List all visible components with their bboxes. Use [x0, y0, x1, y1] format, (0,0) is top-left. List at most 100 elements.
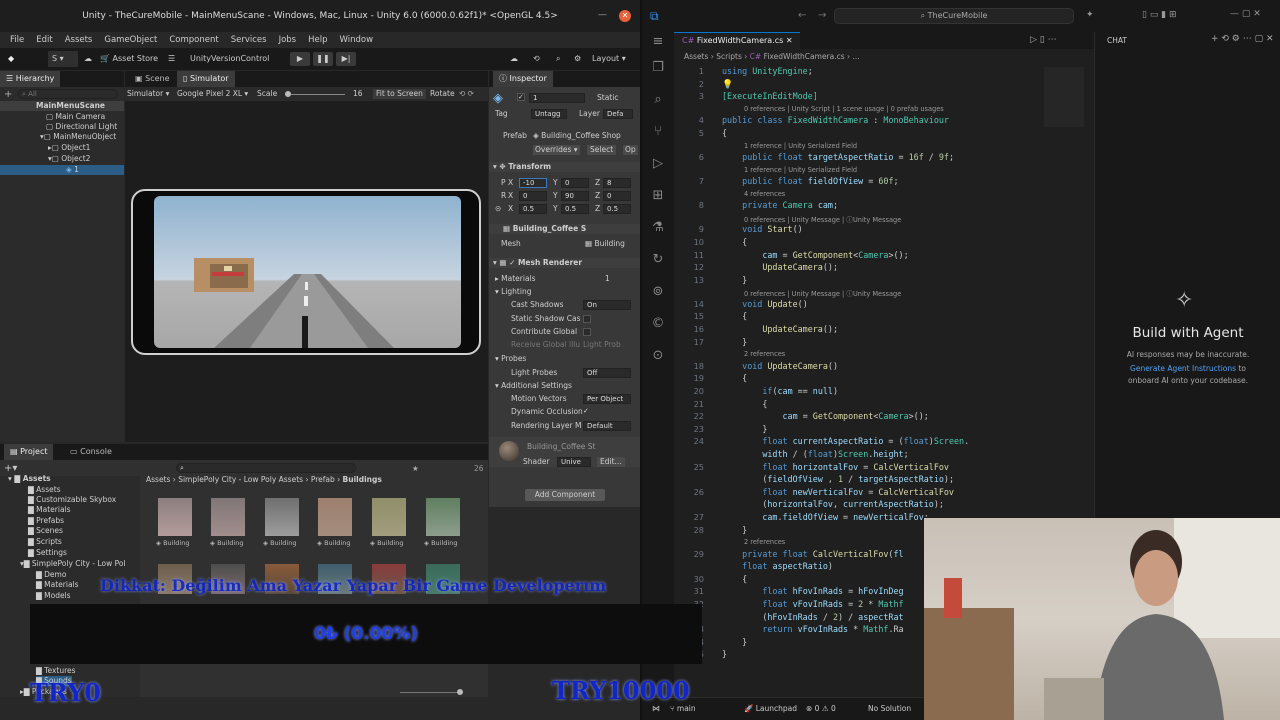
- game-view[interactable]: [154, 196, 461, 348]
- problems-status[interactable]: ⊗ 0 ⚠ 0: [806, 704, 836, 713]
- hierarchy-item[interactable]: ▾▢ Object2: [48, 154, 90, 164]
- search-icon[interactable]: ⌕: [650, 92, 666, 108]
- hierarchy-item-selected[interactable]: ◈ 1: [0, 165, 124, 175]
- tree-item[interactable]: ▇ Materials: [36, 580, 79, 590]
- code-line[interactable]: cam.fieldOfView = newVerticalFov;: [722, 512, 928, 522]
- additional-settings-foldout[interactable]: ▾ Additional Settings: [495, 381, 572, 391]
- pause-button[interactable]: ❚❚: [313, 52, 333, 66]
- rotate-icon[interactable]: ⟲ ⟳: [459, 89, 474, 99]
- hierarchy-scene-row[interactable]: MainMenuScane: [0, 101, 124, 111]
- static-shadow-checkbox[interactable]: [583, 315, 591, 323]
- code-line[interactable]: float newVerticalFov = CalcVerticalFov: [722, 487, 954, 497]
- code-line[interactable]: [ExecuteInEditMode]: [722, 91, 818, 101]
- breadcrumb-item[interactable]: Buildings: [343, 475, 382, 484]
- code-line[interactable]: if(cam == null): [722, 386, 838, 396]
- launchpad-status[interactable]: 🚀 Launchpad: [744, 704, 797, 713]
- code-line[interactable]: public float targetAspectRatio = 16f / 9…: [722, 152, 954, 162]
- version-control-button[interactable]: UnityVersionControl: [190, 51, 269, 67]
- code-line[interactable]: {: [722, 128, 727, 138]
- minimize-icon[interactable]: —: [598, 10, 607, 20]
- code-line[interactable]: UpdateCamera();: [722, 262, 838, 272]
- code-line[interactable]: cam = GetComponent<Camera>();: [722, 411, 929, 421]
- tab-scene[interactable]: ▣ Scene: [129, 71, 176, 87]
- layout-toggle-icons[interactable]: ▯ ▭ ▮ ⊞: [1142, 10, 1177, 20]
- code-line[interactable]: cam = GetComponent<Camera>();: [722, 250, 908, 260]
- testing-icon[interactable]: ⚗: [650, 220, 666, 236]
- active-checkbox[interactable]: ✓: [517, 93, 525, 101]
- rotation-z-field[interactable]: 0: [603, 191, 631, 201]
- tree-item[interactable]: ▇ Textures: [36, 666, 76, 676]
- code-line[interactable]: }: [722, 424, 767, 434]
- tree-item[interactable]: ▾▇ SimplePoly City - Low Pol: [20, 559, 126, 569]
- scale-x-field[interactable]: 0.5: [519, 204, 547, 214]
- menu-window[interactable]: Window: [340, 32, 374, 48]
- light-probes-dropdown[interactable]: Off: [583, 368, 631, 378]
- play-button[interactable]: ▶: [290, 52, 310, 66]
- code-line[interactable]: void Start(): [722, 224, 803, 234]
- minimap[interactable]: [1044, 67, 1084, 127]
- device-dropdown[interactable]: Google Pixel 2 XL ▾: [177, 89, 248, 99]
- menu-file[interactable]: File: [10, 32, 24, 48]
- thumbnail-size-slider[interactable]: [400, 692, 460, 693]
- window-controls[interactable]: — ▢ ✕: [1230, 9, 1261, 19]
- breadcrumb-item[interactable]: SimplePoly City - Low Poly Assets: [178, 475, 303, 484]
- scale-slider-track[interactable]: [285, 94, 345, 95]
- tree-item[interactable]: ▇ Scenes: [28, 526, 63, 536]
- cloud-icon[interactable]: ☁: [84, 51, 92, 67]
- motion-vectors-dropdown[interactable]: Per Object: [583, 394, 631, 404]
- search-icon[interactable]: ⌕: [556, 51, 560, 67]
- code-line[interactable]: using UnityEngine;: [722, 66, 813, 76]
- project-search-input[interactable]: ⌕: [176, 463, 356, 473]
- layers-icon[interactable]: ☰: [168, 51, 175, 67]
- position-z-field[interactable]: 8: [603, 178, 631, 188]
- tab-fixedwidthcamera[interactable]: C# FixedWidthCamera.cs ✕: [674, 32, 800, 49]
- settings-icon[interactable]: ⚙: [574, 51, 581, 67]
- tree-item[interactable]: ▇ Models: [36, 591, 71, 601]
- breadcrumb-item[interactable]: Scripts: [716, 52, 742, 61]
- code-line[interactable]: float hFovInRads = hFovInDeg: [722, 586, 903, 596]
- close-tab-icon[interactable]: ✕: [786, 36, 793, 45]
- close-icon[interactable]: ✕: [619, 10, 631, 22]
- menu-component[interactable]: Component: [169, 32, 218, 48]
- tree-item[interactable]: ▇ Materials: [28, 505, 71, 515]
- tab-simulator[interactable]: ▯ Simulator: [177, 71, 235, 87]
- code-line[interactable]: {: [722, 574, 747, 584]
- breadcrumb-item[interactable]: ...: [852, 52, 859, 61]
- favorite-icon[interactable]: ★: [412, 464, 419, 474]
- prefab-thumbnail[interactable]: [265, 498, 299, 536]
- tab-inspector[interactable]: ⓘ Inspector: [493, 71, 553, 87]
- tree-item[interactable]: ▇ Settings: [28, 548, 67, 558]
- hierarchy-item[interactable]: ▢ Main Camera: [46, 112, 105, 122]
- code-line[interactable]: private float CalcVerticalFov(fl: [722, 549, 903, 559]
- generate-instructions-link[interactable]: Generate Agent Instructions: [1130, 364, 1236, 373]
- code-line[interactable]: public float fieldOfView = 60f;: [722, 176, 898, 186]
- back-icon[interactable]: ←: [798, 10, 806, 21]
- overrides-dropdown[interactable]: Overrides ▾: [533, 145, 580, 155]
- chat-actions[interactable]: + ⟲ ⚙ ⋯ ▢ ✕: [1211, 34, 1274, 44]
- tree-item[interactable]: ▇ Demo: [36, 570, 66, 580]
- tab-project[interactable]: ▤ Project: [4, 444, 54, 460]
- add-component-button[interactable]: Add Component: [525, 489, 605, 501]
- menu-icon[interactable]: ≡: [650, 34, 666, 50]
- branch-status[interactable]: ⑂ main: [670, 704, 696, 713]
- rendering-layer-dropdown[interactable]: Default: [583, 421, 631, 431]
- code-line[interactable]: float aspectRatio): [722, 561, 833, 571]
- remote-status-icon[interactable]: ⋈: [652, 704, 660, 713]
- code-line[interactable]: UpdateCamera();: [722, 324, 838, 334]
- extensions-icon[interactable]: ⊞: [650, 188, 666, 204]
- tree-item[interactable]: ▇ Prefabs: [28, 516, 64, 526]
- asset-store-button[interactable]: 🛒 Asset Store: [100, 51, 158, 67]
- codelens-hint[interactable]: 0 references | Unity Script | 1 scene us…: [744, 105, 944, 113]
- code-line[interactable]: {: [722, 399, 767, 409]
- github-icon[interactable]: ⊙: [650, 348, 666, 364]
- code-line[interactable]: private Camera cam;: [722, 200, 838, 210]
- tree-item[interactable]: ▇ Customizable Skybox: [28, 495, 116, 505]
- rotation-y-field[interactable]: 90: [561, 191, 589, 201]
- lightbulb-icon[interactable]: 💡: [722, 80, 733, 90]
- breadcrumb-item[interactable]: Assets: [684, 52, 708, 61]
- hierarchy-search-input[interactable]: ⌕ All: [18, 89, 118, 99]
- thumbnail-size-handle[interactable]: [457, 689, 463, 695]
- scale-z-field[interactable]: 0.5: [603, 204, 631, 214]
- hierarchy-item[interactable]: ▢ Directional Light: [46, 122, 117, 132]
- prefab-thumbnail[interactable]: [318, 498, 352, 536]
